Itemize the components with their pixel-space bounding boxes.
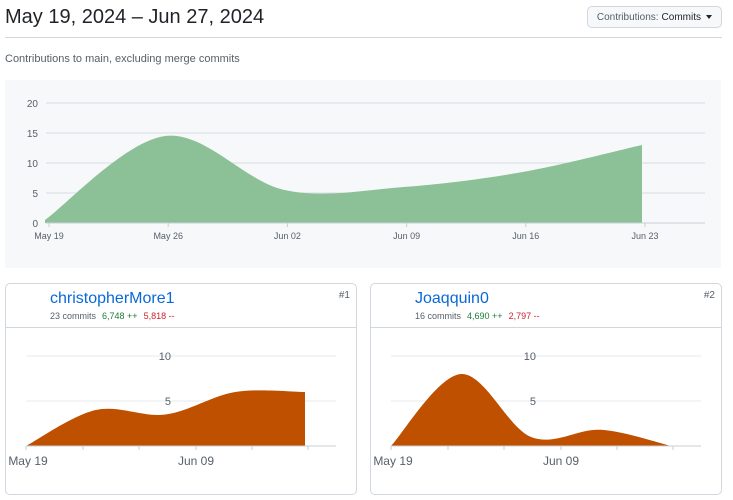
x-tick-label: May 19	[8, 454, 48, 468]
y-tick-label: 10	[159, 351, 171, 363]
x-tick-label: Jun 16	[512, 231, 539, 241]
x-tick-label: Jun 23	[631, 231, 658, 241]
page-header: May 19, 2024 – Jun 27, 2024 Contribution…	[5, 0, 722, 38]
additions-count: 6,748 ++	[102, 311, 138, 321]
x-tick-label: May 26	[153, 231, 183, 241]
contributor-card: Joaqquin0 16 commits 4,690 ++ 2,797 -- #2 …	[370, 283, 722, 495]
avatar[interactable]	[12, 289, 44, 321]
contributions-value: Commits	[661, 11, 701, 23]
contributor-rank: #2	[703, 290, 715, 301]
series-area	[391, 373, 671, 446]
y-tick-label: 5	[32, 189, 38, 200]
contributor-chart: 5 10 May 19 Jun 09	[8, 351, 336, 468]
additions-count: 4,690 ++	[467, 311, 503, 321]
commit-count: 23 commits	[50, 311, 97, 321]
contributions-label: Contributions:	[596, 11, 659, 23]
contributor-chart: 5 10 May 19 Jun 09	[373, 351, 701, 468]
deletions-count: 2,797 --	[508, 311, 540, 321]
caret-down-icon	[706, 15, 712, 19]
x-tick-label: Jun 09	[393, 231, 420, 241]
y-tick-label: 5	[530, 396, 536, 408]
contributor-name-link[interactable]: christopherMore1	[50, 290, 175, 308]
contributor-card: christopherMore1 23 commits 6,748 ++ 5,818…	[5, 283, 357, 495]
x-tick-label: Jun 02	[274, 231, 301, 241]
series-area	[45, 135, 642, 223]
y-tick-label: 10	[524, 351, 536, 363]
x-tick-label: Jun 09	[543, 454, 579, 468]
contributor-name-link[interactable]: Joaqquin0	[415, 290, 489, 308]
date-range-title: May 19, 2024 – Jun 27, 2024	[5, 6, 265, 28]
y-tick-label: 10	[27, 159, 39, 170]
contributor-stats: 23 commits 6,748 ++ 5,818 --	[50, 311, 175, 321]
avatar[interactable]	[377, 289, 409, 321]
y-tick-label: 15	[27, 129, 39, 140]
contributor-card-header: christopherMore1 23 commits 6,748 ++ 5,818…	[6, 284, 356, 328]
overall-contributions-chart: 0 5 10 15 20 May 19 May 26 Jun 02 Jun 09 Jun 16 Ju…	[5, 80, 721, 268]
contributor-stats: 16 commits 4,690 ++ 2,797 --	[415, 311, 540, 321]
x-tick-label: May 19	[34, 231, 64, 241]
contributions-dropdown[interactable]: Contributions: Commits	[586, 6, 722, 28]
overall-chart-svg: 0 5 10 15 20 May 19 May 26 Jun 02 Jun 09 Jun 16 Ju…	[27, 99, 705, 241]
y-tick-label: 20	[27, 99, 39, 110]
y-tick-label: 0	[32, 219, 38, 230]
x-tick-label: May 19	[373, 454, 413, 468]
deletions-count: 5,818 --	[143, 311, 175, 321]
chart-subtitle: Contributions to main, excluding merge c…	[5, 53, 240, 65]
contributor-rank: #1	[338, 290, 350, 301]
commit-count: 16 commits	[415, 311, 462, 321]
y-tick-label: 5	[165, 396, 171, 408]
x-tick-label: Jun 09	[178, 454, 214, 468]
contributor-card-header: Joaqquin0 16 commits 4,690 ++ 2,797 -- #2	[371, 284, 721, 328]
